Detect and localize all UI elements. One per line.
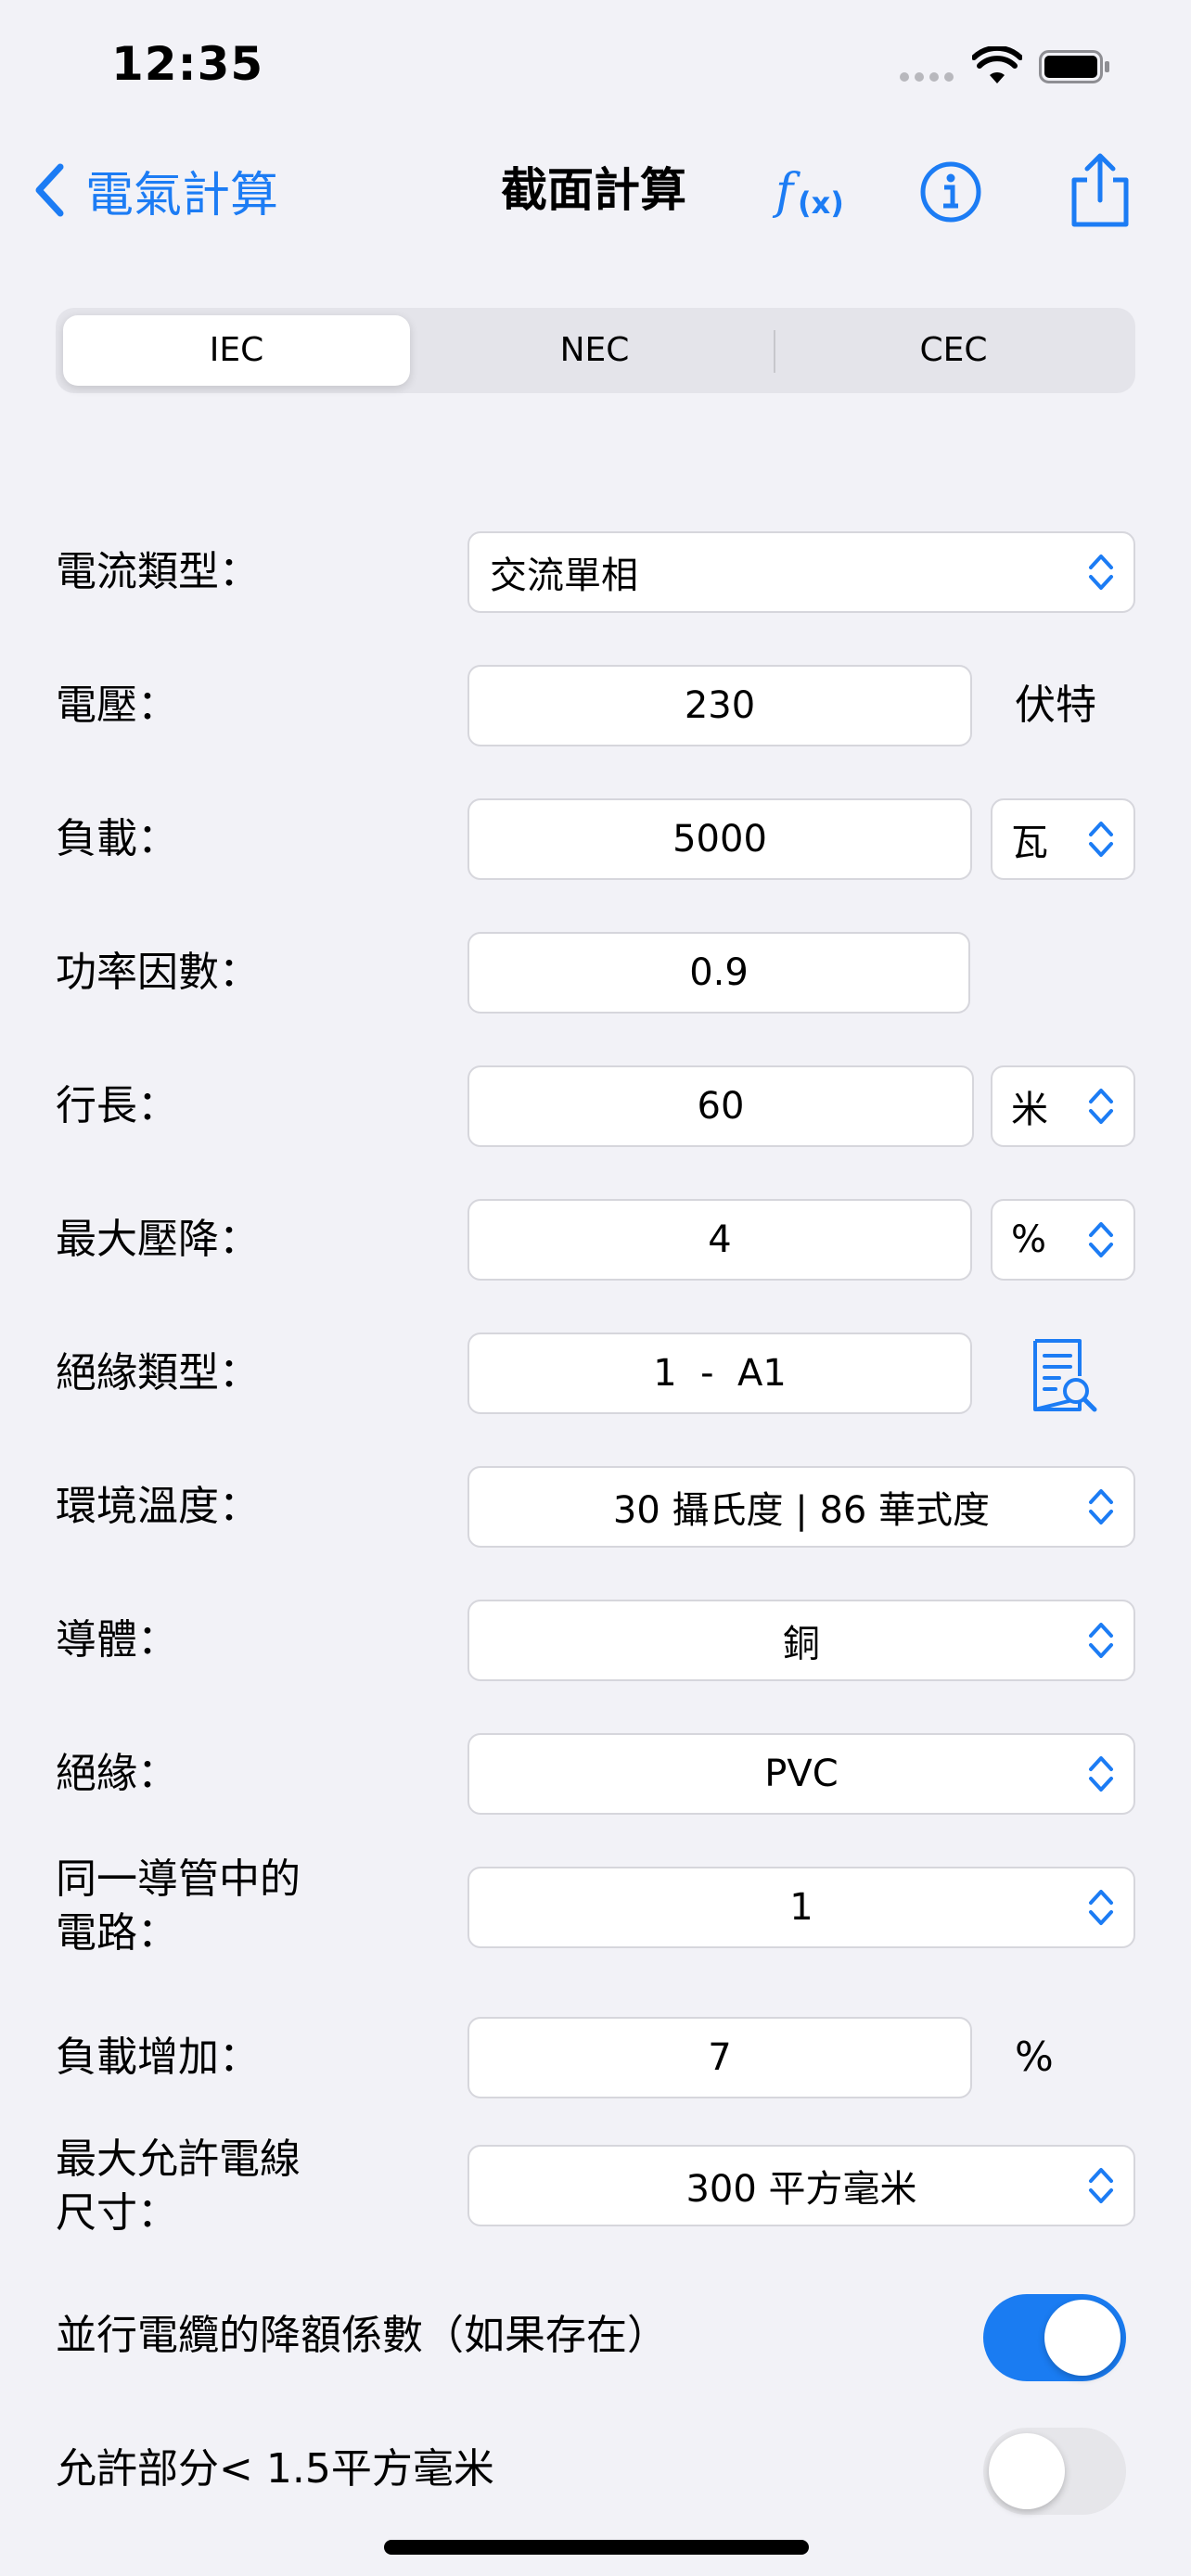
toggle-knob (989, 2433, 1065, 2509)
circuits-label: 同一導管中的 電路： (56, 1855, 301, 1957)
info-icon[interactable] (918, 159, 983, 224)
insulation-value: PVC (764, 1753, 839, 1795)
cellular-signal-icon (900, 72, 954, 82)
document-search-icon[interactable] (1028, 1337, 1100, 1413)
current-type-label: 電流類型： (56, 548, 260, 595)
formula-icon[interactable]: f (x) (770, 159, 872, 224)
voltage-label: 電壓： (56, 682, 178, 729)
chevron-updown-icon (1089, 1222, 1113, 1257)
load-increase-input[interactable]: 7 (467, 2017, 972, 2098)
conductor-value: 銅 (783, 1623, 820, 1665)
svg-text:f: f (772, 164, 800, 220)
length-input[interactable]: 60 (467, 1065, 974, 1147)
insulation-select[interactable]: PVC (467, 1733, 1135, 1815)
current-type-select[interactable]: 交流單相 (467, 531, 1135, 613)
segment-nec[interactable]: NEC (417, 315, 772, 386)
max-voltage-drop-input[interactable]: 4 (467, 1199, 972, 1281)
share-icon[interactable] (1065, 152, 1135, 228)
chevron-updown-icon (1089, 1089, 1113, 1124)
circuits-select[interactable]: 1 (467, 1867, 1135, 1948)
chevron-updown-icon (1089, 1489, 1113, 1524)
power-factor-input[interactable]: 0.9 (467, 932, 970, 1014)
insulation-label: 絕緣： (56, 1750, 178, 1797)
wifi-icon (972, 46, 1022, 83)
home-indicator (384, 2540, 809, 2555)
chevron-updown-icon (1089, 2168, 1113, 2203)
power-factor-label: 功率因數： (56, 949, 260, 996)
conductor-select[interactable]: 銅 (467, 1600, 1135, 1681)
load-increase-unit: % (1015, 2034, 1054, 2081)
length-unit-select[interactable]: 米 (991, 1065, 1135, 1147)
max-voltage-drop-label: 最大壓降： (56, 1216, 260, 1263)
derating-toggle-label: 並行電纜的降額係數（如果存在） (56, 2312, 668, 2359)
chevron-left-icon (35, 163, 64, 217)
max-wire-size-select[interactable]: 300 平方毫米 (467, 2145, 1135, 2226)
back-label: 電氣計算 (85, 167, 279, 223)
segment-iec[interactable]: IEC (63, 315, 410, 386)
load-input[interactable]: 5000 (467, 798, 972, 880)
svg-text:(x): (x) (798, 185, 844, 221)
allow-small-toggle[interactable] (983, 2428, 1126, 2515)
allow-small-toggle-label: 允許部分< 1.5平方毫米 (56, 2445, 494, 2493)
load-label: 負載： (56, 815, 178, 862)
toggle-knob (1044, 2300, 1121, 2376)
chevron-updown-icon (1089, 1623, 1113, 1658)
chevron-updown-icon (1089, 1756, 1113, 1792)
insulation-type-label: 絕緣類型： (56, 1349, 260, 1396)
max-wire-size-label: 最大允許電線 尺寸： (56, 2136, 301, 2237)
circuits-value: 1 (789, 1886, 813, 1929)
chevron-updown-icon (1089, 822, 1113, 857)
ambient-temp-label: 環境溫度： (56, 1483, 260, 1530)
ambient-temp-value: 30 攝氏度 | 86 華式度 (612, 1489, 991, 1532)
voltage-unit: 伏特 (1015, 682, 1096, 729)
segment-divider (774, 330, 775, 373)
load-unit-select[interactable]: 瓦 (991, 798, 1135, 880)
standard-segmented-control: IEC NEC CEC (56, 308, 1135, 393)
conductor-label: 導體： (56, 1616, 178, 1664)
max-voltage-drop-unit-value: % (1011, 1218, 1047, 1261)
load-increase-label: 負載增加： (56, 2034, 260, 2081)
max-wire-size-value: 300 平方毫米 (685, 2168, 917, 2211)
insulation-type-value: 1 - A1 (653, 1352, 787, 1395)
ambient-temp-select[interactable]: 30 攝氏度 | 86 華式度 (467, 1466, 1135, 1548)
status-time: 12:35 (111, 37, 264, 91)
length-unit-value: 米 (1011, 1089, 1048, 1131)
chevron-updown-icon (1089, 1890, 1113, 1925)
back-button[interactable]: 電氣計算 (33, 158, 278, 223)
insulation-type-input[interactable]: 1 - A1 (467, 1333, 972, 1414)
load-unit-value: 瓦 (1011, 822, 1048, 864)
battery-icon (1039, 50, 1109, 83)
derating-toggle[interactable] (983, 2294, 1126, 2381)
voltage-input[interactable]: 230 (467, 665, 972, 746)
max-voltage-drop-unit-select[interactable]: % (991, 1199, 1135, 1281)
page-title: 截面計算 (501, 163, 686, 217)
segment-cec[interactable]: CEC (777, 315, 1130, 386)
chevron-updown-icon (1089, 555, 1113, 590)
current-type-value: 交流單相 (490, 555, 638, 597)
length-label: 行長： (56, 1082, 178, 1129)
